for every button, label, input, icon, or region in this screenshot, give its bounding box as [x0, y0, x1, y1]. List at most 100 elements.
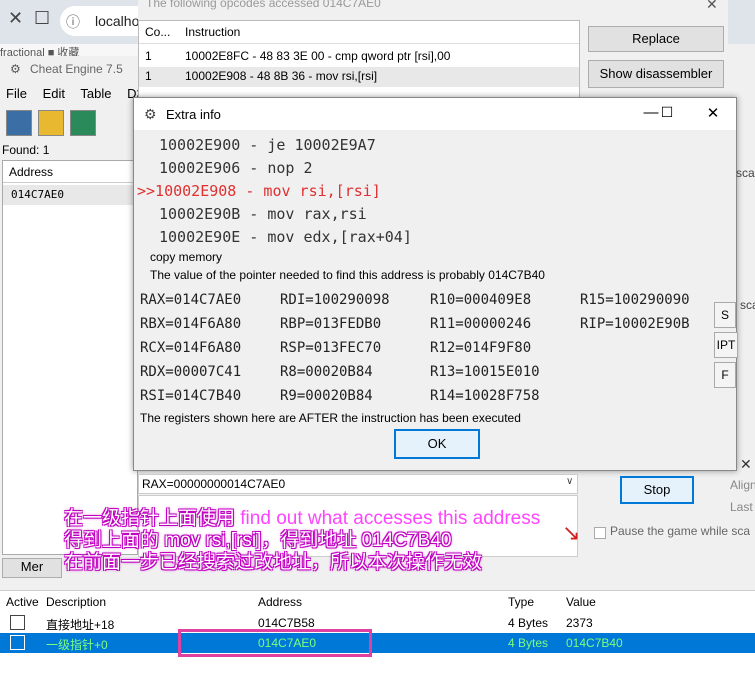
close-icon[interactable]: ✕	[706, 0, 718, 13]
pointer-note: The value of the pointer needed to find …	[150, 268, 545, 282]
maximize-icon[interactable]: ☐	[652, 104, 682, 121]
highlight-box	[178, 629, 372, 657]
save-icon[interactable]	[70, 110, 96, 136]
last-label: Last	[730, 500, 753, 514]
opcodes-window-title: The following opcodes accessed 014C7AE0	[146, 0, 381, 10]
dialog-titlebar: ⚙ Extra info — ☐ ✕	[134, 98, 736, 130]
column-active[interactable]: Active	[6, 595, 39, 609]
stop-button[interactable]: Stop	[620, 476, 694, 504]
register-value: R9=00020B84	[280, 388, 373, 404]
row-description: 一级指针+0	[46, 638, 108, 652]
side-button-s[interactable]: S	[714, 302, 736, 328]
cheat-engine-logo-icon: ⚙	[10, 62, 21, 76]
cheat-engine-logo-icon: ⚙	[144, 106, 157, 122]
scan-label: scan	[736, 166, 755, 180]
register-value: RDI=100290098	[280, 292, 390, 308]
arrow-icon: ↘	[562, 520, 581, 545]
back-icon[interactable]: ✕	[8, 8, 23, 29]
register-value: R13=10015E010	[430, 364, 540, 380]
chevron-down-icon[interactable]: ∨	[566, 476, 573, 487]
register-value: RDX=00007C41	[140, 364, 242, 380]
table-row[interactable]: 1 10002E8FC - 48 83 3E 00 - cmp qword pt…	[139, 47, 579, 67]
column-count[interactable]: Co...	[145, 25, 170, 39]
column-value[interactable]: Value	[566, 595, 596, 609]
register-value: R12=014F9F80	[430, 340, 532, 356]
side-button-ipt[interactable]: IPT	[714, 332, 738, 358]
after-note: The registers shown here are AFTER the i…	[140, 411, 521, 425]
info-icon: ⓘ	[66, 14, 80, 30]
align-label: Align	[730, 478, 755, 492]
register-value: RSP=013FEC70	[280, 340, 382, 356]
menu-table[interactable]: Table	[80, 86, 111, 101]
row-address: 014C7B58	[258, 616, 315, 630]
register-value: R10=000409E8	[430, 292, 532, 308]
row-count: 1	[145, 69, 152, 83]
window-title: Cheat Engine 7.5	[30, 62, 123, 76]
opcodes-table: Co... Instruction 1 10002E8FC - 48 83 3E…	[138, 20, 580, 98]
disasm-line: 10002E906 - nop 2	[159, 159, 313, 177]
row-instruction: 10002E8FC - 48 83 3E 00 - cmp qword ptr …	[185, 49, 451, 63]
table-row-selected[interactable]: 一级指针+0 014C7AE0 4 Bytes 014C7B40	[0, 633, 755, 653]
register-value: R14=10028F758	[430, 388, 540, 404]
url-text: localho	[95, 13, 140, 29]
register-value: RIP=10002E90B	[580, 316, 690, 332]
menu-edit[interactable]: Edit	[43, 86, 65, 101]
register-value: RBP=013FEDB0	[280, 316, 382, 332]
register-value: R11=00000246	[430, 316, 532, 332]
open-file-icon[interactable]	[38, 110, 64, 136]
row-type: 4 Bytes	[508, 616, 549, 630]
register-value: R15=100290090	[580, 292, 690, 308]
annotation-text: 在一级指针上面使用 find out what accesses this ad…	[64, 508, 540, 574]
disasm-line: 10002E900 - je 10002E9A7	[159, 136, 376, 154]
extra-info-dialog: ⚙ Extra info — ☐ ✕ 10002E900 - je 10002E…	[133, 97, 737, 471]
active-checkbox[interactable]	[10, 635, 25, 650]
register-value: RAX=014C7AE0	[140, 292, 242, 308]
annotation-highlight: find out what accesses this address	[240, 508, 541, 529]
active-checkbox[interactable]	[10, 615, 25, 630]
row-value: 014C7B40	[566, 636, 623, 650]
memory-view-button[interactable]: Mer	[2, 558, 62, 578]
table-row[interactable]: 直接地址+18 014C7B58 4 Bytes 2373	[0, 613, 755, 633]
column-instruction[interactable]: Instruction	[185, 25, 240, 39]
column-description[interactable]: Description	[46, 595, 106, 609]
annotation-line: 在前面一步已经搜索过改地址，所以本次操作无效	[64, 552, 483, 573]
column-address[interactable]: Address	[258, 595, 302, 609]
annotation-line: 得到上面的 mov rsi,[rsi]，得到地址 014C7B40	[64, 530, 452, 551]
disasm-line-highlight: >>10002E908 - mov rsi,[rsi]	[137, 182, 381, 200]
menu-file[interactable]: File	[6, 86, 27, 101]
register-value: RCX=014F6A80	[140, 340, 242, 356]
show-disassembler-button[interactable]: Show disassembler	[588, 60, 724, 88]
ok-button[interactable]: OK	[394, 429, 480, 459]
register-output: RAX=00000000014C7AE0	[138, 474, 578, 494]
replace-button[interactable]: Replace	[588, 26, 724, 52]
found-address-row[interactable]: 014C7AE0	[3, 185, 137, 205]
cheat-table: Active Description Address Type Value 直接…	[0, 590, 755, 673]
dialog-title: Extra info	[166, 107, 221, 122]
disasm-line: 10002E90B - mov rax,rsi	[159, 205, 367, 223]
row-description: 直接地址+18	[46, 618, 115, 632]
pause-checkbox[interactable]	[594, 527, 606, 539]
annotation-line: 在一级指针上面使用	[64, 508, 241, 529]
register-value: RSI=014C7B40	[140, 388, 242, 404]
close-icon[interactable]: ✕	[698, 104, 728, 122]
table-row[interactable]: 1 10002E908 - 48 8B 36 - mov rsi,[rsi]	[139, 67, 579, 87]
row-instruction: 10002E908 - 48 8B 36 - mov rsi,[rsi]	[185, 69, 378, 83]
select-process-icon[interactable]	[6, 110, 32, 136]
stop-icon[interactable]: ☐	[34, 8, 50, 29]
register-value: R8=00020B84	[280, 364, 373, 380]
disasm-line: 10002E90E - mov edx,[rax+04]	[159, 228, 412, 246]
close-icon[interactable]: ✕	[740, 456, 752, 473]
scan-label: sca	[740, 298, 755, 312]
side-button-f[interactable]: F	[714, 362, 736, 388]
found-count: Found: 1	[2, 143, 50, 157]
found-address-list: Address 014C7AE0	[2, 160, 138, 555]
copy-memory-link[interactable]: copy memory	[150, 250, 222, 264]
register-value: RBX=014F6A80	[140, 316, 242, 332]
row-value: 2373	[566, 616, 593, 630]
address-column-header[interactable]: Address	[3, 161, 137, 183]
divider	[139, 43, 579, 44]
column-type[interactable]: Type	[508, 595, 534, 609]
row-count: 1	[145, 49, 152, 63]
pause-label: Pause the game while sca	[610, 524, 751, 538]
row-type: 4 Bytes	[508, 636, 549, 650]
